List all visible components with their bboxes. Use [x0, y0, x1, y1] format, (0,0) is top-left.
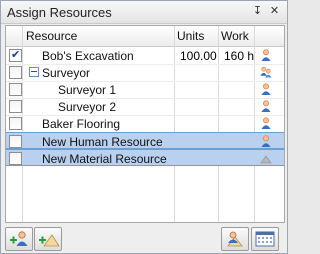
- calendar-button[interactable]: [251, 227, 279, 251]
- resource-row[interactable]: New Material Resource: [6, 149, 284, 166]
- column-header-work[interactable]: Work: [221, 29, 249, 43]
- resource-name: Bob's Excavation: [42, 49, 134, 63]
- add-human-resource-button[interactable]: [5, 227, 33, 251]
- pin-icon[interactable]: ↧: [251, 5, 264, 18]
- resource-row[interactable]: Surveyor 1: [6, 81, 284, 99]
- add-human-resource-icon: [10, 231, 28, 246]
- resource-sheet-icon: [227, 231, 243, 247]
- resource-name: New Material Resource: [42, 152, 167, 166]
- title-bar[interactable]: Assign Resources ↧ ✕: [1, 1, 287, 24]
- resource-name: Baker Flooring: [42, 117, 121, 131]
- add-material-resource-icon: [39, 234, 60, 247]
- collapse-icon[interactable]: [29, 67, 39, 77]
- resource-row[interactable]: Bob's Excavation 100.00 160 h: [6, 47, 284, 65]
- assign-checkbox[interactable]: [9, 48, 22, 62]
- resource-grid[interactable]: Resource Units Work Bob's Excavation 100.…: [5, 25, 285, 223]
- calendar-icon: [255, 231, 275, 247]
- resource-name: Surveyor: [42, 66, 91, 80]
- assign-checkbox[interactable]: [9, 117, 22, 130]
- resource-row[interactable]: New Human Resource: [6, 132, 284, 149]
- resource-work[interactable]: 160 h: [224, 49, 254, 63]
- bottom-toolbar: [1, 225, 287, 253]
- resource-name: Surveyor 2: [58, 100, 117, 114]
- assign-checkbox[interactable]: [9, 83, 22, 96]
- add-material-resource-button[interactable]: [34, 227, 62, 251]
- close-icon[interactable]: ✕: [268, 5, 281, 18]
- resource-name: Surveyor 1: [58, 83, 117, 97]
- resource-row[interactable]: Surveyor 2: [6, 98, 284, 116]
- resource-row[interactable]: Surveyor: [6, 64, 284, 82]
- resource-units[interactable]: 100.00: [180, 49, 217, 63]
- assign-checkbox[interactable]: [9, 152, 22, 165]
- column-header-resource[interactable]: Resource: [26, 29, 77, 43]
- panel-title: Assign Resources: [7, 5, 112, 20]
- resource-sheet-button[interactable]: [221, 227, 249, 251]
- resource-name: New Human Resource: [42, 135, 163, 149]
- assign-checkbox[interactable]: [9, 100, 22, 113]
- assign-checkbox[interactable]: [9, 66, 22, 79]
- column-header-units[interactable]: Units: [177, 29, 204, 43]
- resource-row[interactable]: Baker Flooring: [6, 115, 284, 133]
- assign-checkbox[interactable]: [9, 135, 22, 148]
- assign-resources-panel: Assign Resources ↧ ✕ Resource Units Work…: [0, 0, 288, 254]
- grid-header: Resource Units Work: [6, 26, 284, 47]
